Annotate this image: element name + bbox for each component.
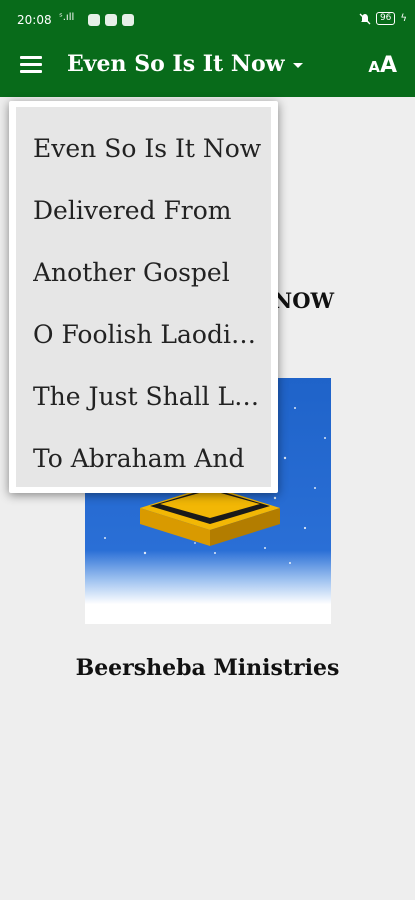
dropdown-item[interactable]: To Abraham And [33,434,263,484]
app-bar: Even So Is It Now AA [0,33,415,97]
title-dropdown-menu: Even So Is It Now Delivered From Another… [9,101,278,493]
ministry-name: Beersheba Ministries [75,655,340,681]
dropdown-surface: Even So Is It Now Delivered From Another… [16,107,271,487]
dropdown-caret-icon [292,62,303,68]
font-size-icon[interactable]: AA [368,53,397,78]
hamburger-menu-icon[interactable] [20,56,44,74]
dropdown-item[interactable]: Even So Is It Now [33,124,263,174]
page-title: Even So Is It Now [67,51,285,77]
mute-icon [359,13,371,24]
dropdown-item[interactable]: Another Gospel [33,248,263,298]
dropdown-item[interactable]: O Foolish Laodiceans [33,310,263,360]
status-right: 96 ϟ [359,12,407,25]
notification-icon [88,14,100,26]
title-dropdown[interactable]: Even So Is It Now [67,51,303,77]
dropdown-item[interactable]: The Just Shall Live [33,372,263,422]
notification-icon [105,14,117,26]
dropdown-item[interactable]: Delivered From [33,186,263,236]
battery-icon: 96 [375,12,396,25]
notification-icon [122,14,134,26]
signal-icon: ˢ.ıll [59,12,75,23]
status-time: 20:08 [17,13,52,27]
charging-icon: ϟ [400,13,407,24]
status-bar: 20:08 ˢ.ıll 96 ϟ [0,0,415,33]
